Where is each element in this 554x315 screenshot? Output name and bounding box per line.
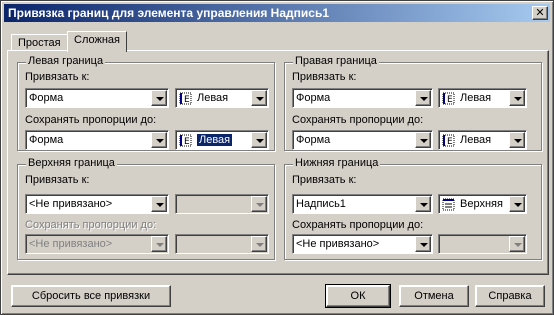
top-keep-side-select — [175, 234, 269, 254]
edge-left-icon: E — [179, 92, 192, 105]
top-bind-target-select[interactable]: <Не привязано> — [25, 194, 169, 214]
svg-text:E: E — [184, 95, 190, 105]
edge-left-icon: E — [442, 92, 455, 105]
reset-all-bindings-button[interactable]: Сбросить все привязки — [11, 285, 171, 307]
tab-panel: Левая граница Привязать к: Форма E Левая… — [7, 50, 549, 275]
tab-complex[interactable]: Сложная — [67, 31, 127, 52]
top-bind-side-select — [175, 194, 269, 214]
top-keep-target-select: <Не привязано> — [25, 234, 169, 254]
group-title: Правая граница — [293, 55, 379, 67]
bottom-keep-target-select[interactable]: <Не привязано> — [292, 234, 433, 254]
dialog-window: Привязка границ для элемента управления … — [0, 0, 554, 315]
edge-left-icon: E — [179, 134, 192, 147]
chevron-down-icon[interactable] — [509, 196, 525, 212]
bottom-bind-side-select[interactable]: Верхняя — [438, 194, 527, 214]
right-bind-target-select[interactable]: Форма — [292, 88, 433, 108]
keep-proportions-label: Сохранять пропорции до: — [25, 114, 157, 126]
svg-text:E: E — [447, 137, 453, 147]
chevron-down-icon — [151, 236, 167, 252]
window-title: Привязка границ для элемента управления … — [8, 6, 329, 20]
keep-proportions-label: Сохранять пропорции до: — [292, 219, 424, 231]
keep-proportions-label: Сохранять пропорции до: — [292, 114, 424, 126]
chevron-down-icon[interactable] — [251, 90, 267, 106]
close-button[interactable]: ✕ — [532, 6, 548, 20]
bottom-border-group: Нижняя граница Привязать к: Надпись1 Вер… — [284, 157, 542, 260]
chevron-down-icon[interactable] — [509, 132, 525, 148]
bottom-bind-target-select[interactable]: Надпись1 — [292, 194, 433, 214]
keep-proportions-label: Сохранять пропорции до: — [25, 219, 157, 231]
bind-to-label: Привязать к: — [25, 174, 90, 186]
right-keep-target-select[interactable]: Форма — [292, 130, 433, 150]
chevron-down-icon[interactable] — [415, 90, 431, 106]
left-keep-target-select[interactable]: Форма — [25, 130, 169, 150]
bind-to-label: Привязать к: — [25, 71, 90, 83]
left-bind-side-select[interactable]: E Левая — [175, 88, 269, 108]
help-button[interactable]: Справка — [475, 285, 545, 307]
chevron-down-icon[interactable] — [251, 132, 267, 148]
chevron-down-icon[interactable] — [151, 196, 167, 212]
cancel-button[interactable]: Отмена — [399, 285, 469, 307]
chevron-down-icon — [509, 236, 525, 252]
left-border-group: Левая граница Привязать к: Форма E Левая… — [17, 55, 275, 151]
edge-top-icon — [442, 198, 455, 211]
chevron-down-icon[interactable] — [415, 196, 431, 212]
group-title: Верхняя граница — [26, 157, 117, 169]
edge-left-icon: E — [442, 134, 455, 147]
top-border-group: Верхняя граница Привязать к: <Не привяза… — [17, 157, 275, 260]
right-bind-side-select[interactable]: E Левая — [438, 88, 527, 108]
bind-to-label: Привязать к: — [292, 71, 357, 83]
chevron-down-icon — [251, 196, 267, 212]
group-title: Левая граница — [26, 55, 106, 67]
right-border-group: Правая граница Привязать к: Форма E Лева… — [284, 55, 542, 151]
left-keep-side-select[interactable]: E Левая — [175, 130, 269, 150]
title-bar[interactable]: Привязка границ для элемента управления … — [4, 4, 550, 22]
ok-button[interactable]: ОК — [325, 284, 391, 308]
tab-simple[interactable]: Простая — [11, 34, 68, 51]
right-keep-side-select[interactable]: E Левая — [438, 130, 527, 150]
chevron-down-icon[interactable] — [509, 90, 525, 106]
svg-text:E: E — [447, 95, 453, 105]
chevron-down-icon[interactable] — [151, 132, 167, 148]
chevron-down-icon[interactable] — [151, 90, 167, 106]
chevron-down-icon[interactable] — [415, 236, 431, 252]
chevron-down-icon — [251, 236, 267, 252]
svg-text:E: E — [184, 137, 190, 147]
chevron-down-icon[interactable] — [415, 132, 431, 148]
group-title: Нижняя граница — [293, 157, 381, 169]
left-bind-target-select[interactable]: Форма — [25, 88, 169, 108]
bottom-keep-side-select — [438, 234, 527, 254]
bind-to-label: Привязать к: — [292, 174, 357, 186]
